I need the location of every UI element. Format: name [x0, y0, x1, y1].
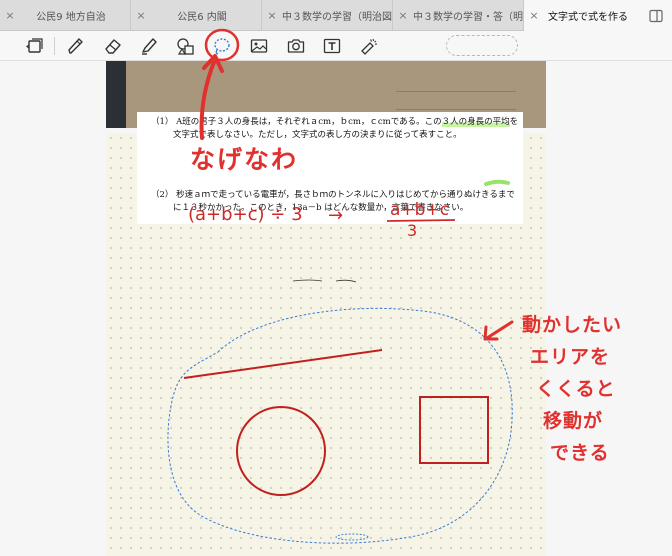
highlighter-icon	[142, 38, 157, 55]
sidebar-toggle-icon	[649, 9, 663, 22]
note-line-5: できる	[550, 442, 610, 464]
tab-close-icon[interactable]: ×	[0, 9, 20, 22]
shapes-icon	[177, 38, 194, 55]
fraction-denominator: 3	[407, 221, 418, 240]
question-1-line-1: （1） A班の男子３人の身長は，それぞれａcm，ｂcm，ｃcmである。この３人の…	[151, 116, 518, 129]
tab-close-icon[interactable]: ×	[393, 9, 413, 22]
lasso-icon	[214, 38, 230, 55]
note-line-2: エリアを	[530, 346, 611, 368]
tab-close-icon[interactable]: ×	[262, 9, 282, 22]
highlighted-text: ３人の身長の平均	[441, 117, 510, 127]
toolbar	[0, 31, 672, 61]
fraction-numerator: a+b+c	[390, 200, 450, 220]
lasso-tool[interactable]	[210, 34, 234, 58]
shapes-tool[interactable]	[174, 34, 198, 58]
camera-tool[interactable]	[284, 34, 308, 58]
tab-math-study[interactable]: × 中３数学の学習（明治図…	[262, 0, 393, 31]
note-line-4: 移動が	[543, 410, 604, 432]
question-1-text: を	[509, 117, 519, 127]
page-view-icon	[26, 38, 43, 53]
cover-line	[396, 91, 516, 92]
highlighter-tool[interactable]	[137, 34, 161, 58]
eraser-icon	[105, 39, 121, 54]
pen-tool[interactable]	[63, 34, 87, 58]
tab-title: 文字式で式を作る	[548, 12, 628, 23]
tool-options-pill[interactable]	[446, 35, 518, 56]
eraser-tool[interactable]	[101, 34, 125, 58]
pen-icon	[68, 38, 83, 54]
camera-icon	[287, 39, 305, 53]
image-icon	[250, 39, 268, 53]
note-line-1: 動かしたい	[522, 314, 623, 336]
tab-title: 中３数学の学習・答（明…	[413, 12, 523, 23]
handwritten-expression: (a+b+c) ÷ 3	[188, 204, 303, 225]
laser-pointer-tool[interactable]	[357, 34, 381, 58]
toolbar-divider	[54, 37, 55, 55]
text-box-tool[interactable]	[320, 34, 344, 58]
question-2-line-1: （2） 秒速ａｍで走っている電車が，長さｂｍのトンネルに入りはじめてから通りぬけ…	[151, 190, 515, 200]
tab-civics-local-government[interactable]: × 公民9 地方自治	[0, 0, 131, 31]
tab-title: 公民9 地方自治	[36, 12, 106, 23]
tab-close-icon[interactable]: ×	[131, 9, 151, 22]
handwritten-arrow: →	[328, 205, 344, 226]
page-view-button[interactable]	[23, 34, 47, 58]
lasso-label: なげなわ	[190, 145, 299, 174]
tab-title: 中３数学の学習（明治図…	[282, 12, 392, 23]
note-line-3: くくると	[536, 378, 616, 400]
question-1-text: （1） A班の男子３人の身長は，それぞれａcm，ｂcm，ｃcmである。この	[151, 117, 442, 127]
tab-bar: × 公民9 地方自治 × 公民6 内閣 × 中３数学の学習（明治図… × 中３数…	[0, 0, 672, 31]
laser-pointer-icon	[361, 38, 378, 55]
question-1: （1） A班の男子３人の身長は，それぞれａcm，ｂcm，ｃcmである。この３人の…	[151, 116, 518, 142]
cover-spine	[106, 61, 126, 128]
tab-math-answers[interactable]: × 中３数学の学習・答（明…	[393, 0, 524, 31]
sidebar-toggle-button[interactable]	[640, 0, 672, 31]
tab-close-icon[interactable]: ×	[524, 9, 544, 22]
tab-civics-cabinet[interactable]: × 公民6 内閣	[131, 0, 262, 31]
text-box-icon	[323, 38, 341, 54]
cover-line	[396, 109, 516, 110]
tab-title: 公民6 内閣	[177, 12, 227, 23]
image-tool[interactable]	[247, 34, 271, 58]
tab-expressions-active[interactable]: × 文字式で式を作る	[524, 0, 640, 31]
